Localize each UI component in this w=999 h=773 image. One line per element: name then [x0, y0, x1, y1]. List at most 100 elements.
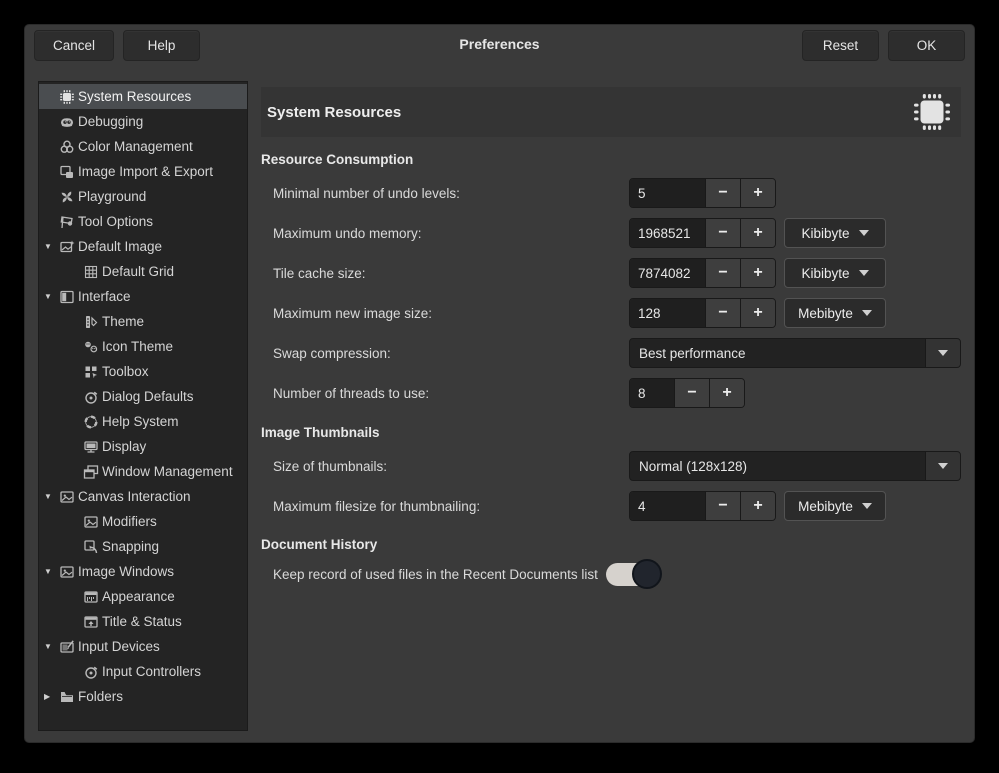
panel-header: System Resources — [261, 87, 961, 137]
expander-open-icon[interactable]: ▼ — [44, 242, 59, 251]
sidebar-item-label: Window Management — [102, 464, 233, 479]
row-swap-compression: Swap compression: Best performance — [273, 338, 961, 368]
ok-button[interactable]: OK — [888, 30, 965, 61]
thumbnail-size-dropdown[interactable]: Normal (128x128) — [629, 451, 961, 481]
sidebar-item-window-management[interactable]: Window Management — [39, 459, 247, 484]
undo-levels-spinner: 5 − + — [629, 178, 776, 208]
tile-cache-input[interactable]: 7874082 — [630, 259, 705, 287]
new-image-size-input[interactable]: 128 — [630, 299, 705, 327]
row-threads: Number of threads to use: 8 − + — [273, 378, 961, 408]
minus-button[interactable]: − — [705, 492, 740, 520]
cancel-button[interactable]: Cancel — [34, 30, 114, 61]
expander-closed-icon[interactable]: ▶ — [44, 692, 59, 701]
chevron-down-icon — [938, 463, 948, 469]
sidebar-item-help-system[interactable]: Help System — [39, 409, 247, 434]
reset-button[interactable]: Reset — [802, 30, 879, 61]
undo-memory-spinner: 1968521 − + — [629, 218, 776, 248]
minus-button[interactable]: − — [705, 179, 740, 207]
new-image-size-label: Maximum new image size: — [273, 306, 629, 321]
sidebar-item-label: Playground — [78, 189, 146, 204]
sidebar-item-canvas-interaction[interactable]: ▼Canvas Interaction — [39, 484, 247, 509]
plus-button[interactable]: + — [709, 379, 744, 407]
threads-input[interactable]: 8 — [630, 379, 674, 407]
sidebar-item-color-management[interactable]: Color Management — [39, 134, 247, 159]
swap-compression-dropdown[interactable]: Best performance — [629, 338, 961, 368]
sidebar-item-input-devices[interactable]: ▼ Input Devices — [39, 634, 247, 659]
new-image-size-unit-dropdown[interactable]: Mebibyte — [784, 298, 886, 328]
sidebar-item-image-import-export[interactable]: Image Import & Export — [39, 159, 247, 184]
tile-cache-unit-dropdown[interactable]: Kibibyte — [784, 258, 886, 288]
sidebar-item-default-image[interactable]: ▼Default Image — [39, 234, 247, 259]
appearance-icon — [83, 589, 99, 605]
thumbnail-filesize-unit-dropdown[interactable]: Mebibyte — [784, 491, 886, 521]
sidebar-item-tool-options[interactable]: Tool Options — [39, 209, 247, 234]
sidebar-item-playground[interactable]: Playground — [39, 184, 247, 209]
plus-button[interactable]: + — [740, 259, 775, 287]
dialog-defaults-icon — [83, 389, 99, 405]
folders-icon — [59, 689, 75, 705]
sidebar-item-dialog-defaults[interactable]: Dialog Defaults — [39, 384, 247, 409]
dropdown-arrow-cell — [925, 339, 960, 367]
undo-memory-label: Maximum undo memory: — [273, 226, 629, 241]
plus-button[interactable]: + — [740, 179, 775, 207]
sidebar-item-theme[interactable]: Theme — [39, 309, 247, 334]
sidebar-item-modifiers[interactable]: Modifiers — [39, 509, 247, 534]
minus-button[interactable]: − — [705, 259, 740, 287]
sidebar-item-icon-theme[interactable]: Icon Theme — [39, 334, 247, 359]
expander-open-icon[interactable]: ▼ — [44, 292, 59, 301]
sidebar-item-interface[interactable]: ▼Interface — [39, 284, 247, 309]
sidebar-item-image-windows[interactable]: ▼Image Windows — [39, 559, 247, 584]
debugging-icon — [59, 114, 75, 130]
plus-button[interactable]: + — [740, 492, 775, 520]
sidebar-item-title-status[interactable]: Title & Status — [39, 609, 247, 634]
thumbnail-size-label: Size of thumbnails: — [273, 459, 629, 474]
input-controllers-icon — [83, 664, 99, 680]
section-resource-consumption: Resource Consumption — [261, 152, 961, 167]
sidebar-item-input-controllers[interactable]: Input Controllers — [39, 659, 247, 684]
undo-memory-input[interactable]: 1968521 — [630, 219, 705, 247]
sidebar-item-label: Input Devices — [78, 639, 160, 654]
display-icon — [83, 439, 99, 455]
sidebar-item-snapping[interactable]: Snapping — [39, 534, 247, 559]
chevron-down-icon — [862, 310, 872, 316]
minus-button[interactable]: − — [674, 379, 709, 407]
row-thumbnail-size: Size of thumbnails: Normal (128x128) — [273, 451, 961, 481]
sidebar-item-appearance[interactable]: Appearance — [39, 584, 247, 609]
sidebar-item-label: Folders — [78, 689, 123, 704]
chevron-down-icon — [859, 230, 869, 236]
sidebar-item-label: Toolbox — [102, 364, 149, 379]
undo-memory-unit-dropdown[interactable]: Kibibyte — [784, 218, 886, 248]
sidebar-item-toolbox[interactable]: Toolbox — [39, 359, 247, 384]
sidebar-item-label: Display — [102, 439, 146, 454]
sidebar-item-label: Input Controllers — [102, 664, 201, 679]
default-grid-icon — [83, 264, 99, 280]
color-management-icon — [59, 139, 75, 155]
sidebar-item-label: Icon Theme — [102, 339, 173, 354]
expander-open-icon[interactable]: ▼ — [44, 567, 59, 576]
recent-documents-toggle[interactable] — [606, 563, 660, 586]
help-system-icon — [83, 414, 99, 430]
section-image-thumbnails: Image Thumbnails — [261, 425, 961, 440]
playground-icon — [59, 189, 75, 205]
undo-levels-input[interactable]: 5 — [630, 179, 705, 207]
thumbnail-filesize-input[interactable]: 4 — [630, 492, 705, 520]
plus-button[interactable]: + — [740, 219, 775, 247]
sidebar-item-display[interactable]: Display — [39, 434, 247, 459]
unit-value: Mebibyte — [798, 499, 853, 514]
chevron-down-icon — [859, 270, 869, 276]
expander-open-icon[interactable]: ▼ — [44, 492, 59, 501]
toolbox-icon — [83, 364, 99, 380]
plus-button[interactable]: + — [740, 299, 775, 327]
minus-button[interactable]: − — [705, 299, 740, 327]
sidebar-item-folders[interactable]: ▶ Folders — [39, 684, 247, 709]
help-button[interactable]: Help — [123, 30, 200, 61]
tile-cache-label: Tile cache size: — [273, 266, 629, 281]
sidebar-item-system-resources[interactable]: System Resources — [39, 84, 247, 109]
sidebar-item-default-grid[interactable]: Default Grid — [39, 259, 247, 284]
thumbnail-size-value: Normal (128x128) — [630, 452, 925, 480]
sidebar-item-debugging[interactable]: Debugging — [39, 109, 247, 134]
expander-open-icon[interactable]: ▼ — [44, 642, 59, 651]
section-document-history: Document History — [261, 537, 961, 552]
sidebar-item-label: Modifiers — [102, 514, 157, 529]
minus-button[interactable]: − — [705, 219, 740, 247]
